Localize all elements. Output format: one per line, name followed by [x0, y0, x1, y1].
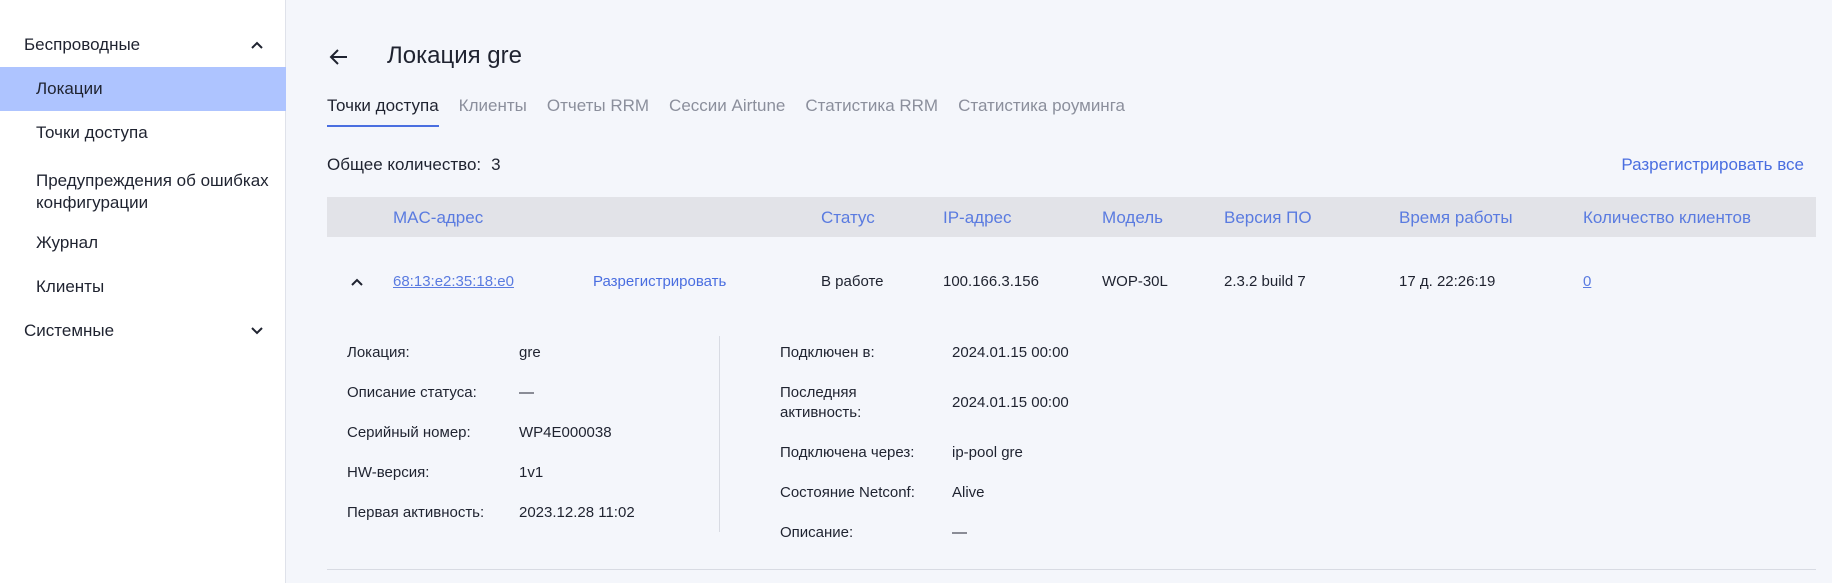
column-header-firmware[interactable]: Версия ПО [1224, 208, 1312, 228]
sidebar-item-label: Локации [36, 79, 103, 98]
detail-label-connected-via: Подключена через: [780, 444, 915, 461]
sidebar-group-system[interactable]: Системные [0, 309, 286, 353]
tab-airtune-sessions[interactable]: Сессии Airtune [669, 95, 785, 127]
column-header-mac[interactable]: MAC-адрес [393, 208, 483, 228]
tab-roaming-stats[interactable]: Статистика роуминга [958, 95, 1125, 127]
detail-value-last-activity: 2024.01.15 00:00 [952, 394, 1069, 411]
detail-label-connected-at: Подключен в: [780, 344, 875, 361]
tab-access-points[interactable]: Точки доступа [327, 95, 439, 127]
clients-count-link[interactable]: 0 [1583, 273, 1591, 290]
sidebar-group-label: Беспроводные [24, 35, 141, 54]
sidebar-group-wireless[interactable]: Беспроводные [0, 23, 286, 67]
tab-rrm-stats[interactable]: Статистика RRM [805, 95, 938, 127]
details-divider [719, 336, 720, 532]
sidebar: Беспроводные Локации Точки доступа Преду… [0, 0, 286, 583]
unregister-button[interactable]: Разрегистрировать [593, 273, 726, 290]
detail-value-serial: WP4E000038 [519, 424, 612, 441]
column-header-clients[interactable]: Количество клиентов [1583, 208, 1751, 228]
chevron-up-icon [251, 41, 263, 49]
tab-clients[interactable]: Клиенты [459, 95, 527, 127]
total-count: Общее количество: 3 [327, 155, 501, 175]
detail-label-hw-version: HW-версия: [347, 464, 430, 481]
total-count-label: Общее количество: [327, 155, 482, 174]
sidebar-item-clients[interactable]: Клиенты [0, 265, 286, 309]
sidebar-item-label: Клиенты [36, 277, 105, 296]
detail-label-serial: Серийный номер: [347, 424, 471, 441]
ip-cell: 100.166.3.156 [943, 273, 1039, 290]
sidebar-item-locations[interactable]: Локации [0, 67, 286, 111]
detail-label-location: Локация: [347, 344, 410, 361]
table-row: 68:13:e2:35:18:e0 Разрегистрировать В ра… [327, 258, 1816, 306]
sidebar-item-access-points[interactable]: Точки доступа [0, 111, 286, 155]
column-header-status[interactable]: Статус [821, 208, 875, 228]
row-divider [327, 569, 1816, 570]
sidebar-item-label: Журнал [36, 233, 99, 252]
sidebar-item-journal[interactable]: Журнал [0, 221, 286, 265]
column-header-uptime[interactable]: Время работы [1399, 208, 1513, 228]
table-header: MAC-адрес Статус IP-адрес Модель Версия … [327, 197, 1816, 237]
model-cell: WOP-30L [1102, 273, 1168, 290]
page-title: Локация gre [387, 42, 522, 69]
sidebar-group-label: Системные [24, 321, 115, 340]
unregister-all-button[interactable]: Разрегистрировать все [1621, 155, 1804, 175]
sidebar-item-config-warnings[interactable]: Предупреждения об ошибках конфигурации [0, 164, 286, 220]
detail-label-status-description: Описание статуса: [347, 384, 477, 401]
firmware-cell: 2.3.2 build 7 [1224, 273, 1306, 290]
detail-label-description: Описание: [780, 524, 854, 541]
detail-label-last-activity: Последняя активность: [780, 384, 862, 421]
detail-label-netconf-state: Состояние Netconf: [780, 484, 915, 501]
back-button[interactable] [326, 44, 352, 70]
tab-rrm-reports[interactable]: Отчеты RRM [547, 95, 649, 127]
chevron-down-icon [251, 327, 263, 335]
detail-label-first-activity: Первая активность: [347, 504, 485, 521]
mac-address-link[interactable]: 68:13:e2:35:18:e0 [393, 273, 514, 290]
column-header-ip[interactable]: IP-адрес [943, 208, 1012, 228]
column-header-model[interactable]: Модель [1102, 208, 1163, 228]
chevron-up-icon[interactable] [349, 274, 365, 290]
detail-value-netconf-state: Alive [952, 484, 985, 501]
sidebar-item-label: Точки доступа [36, 123, 148, 142]
detail-value-location: gre [519, 344, 541, 361]
detail-value-connected-at: 2024.01.15 00:00 [952, 344, 1069, 361]
uptime-cell: 17 д. 22:26:19 [1399, 273, 1496, 290]
detail-value-hw-version: 1v1 [519, 464, 544, 481]
detail-value-status-description: — [519, 384, 534, 401]
detail-value-first-activity: 2023.12.28 11:02 [519, 504, 635, 521]
sidebar-item-label: Предупреждения об ошибках конфигурации [36, 171, 269, 212]
status-cell: В работе [821, 273, 884, 290]
detail-value-connected-via: ip-pool gre [952, 444, 1023, 461]
detail-value-description: — [952, 524, 967, 541]
tab-bar: Точки доступа Клиенты Отчеты RRM Сессии … [327, 95, 1125, 127]
total-count-value: 3 [491, 155, 501, 174]
arrow-left-icon [329, 49, 347, 65]
